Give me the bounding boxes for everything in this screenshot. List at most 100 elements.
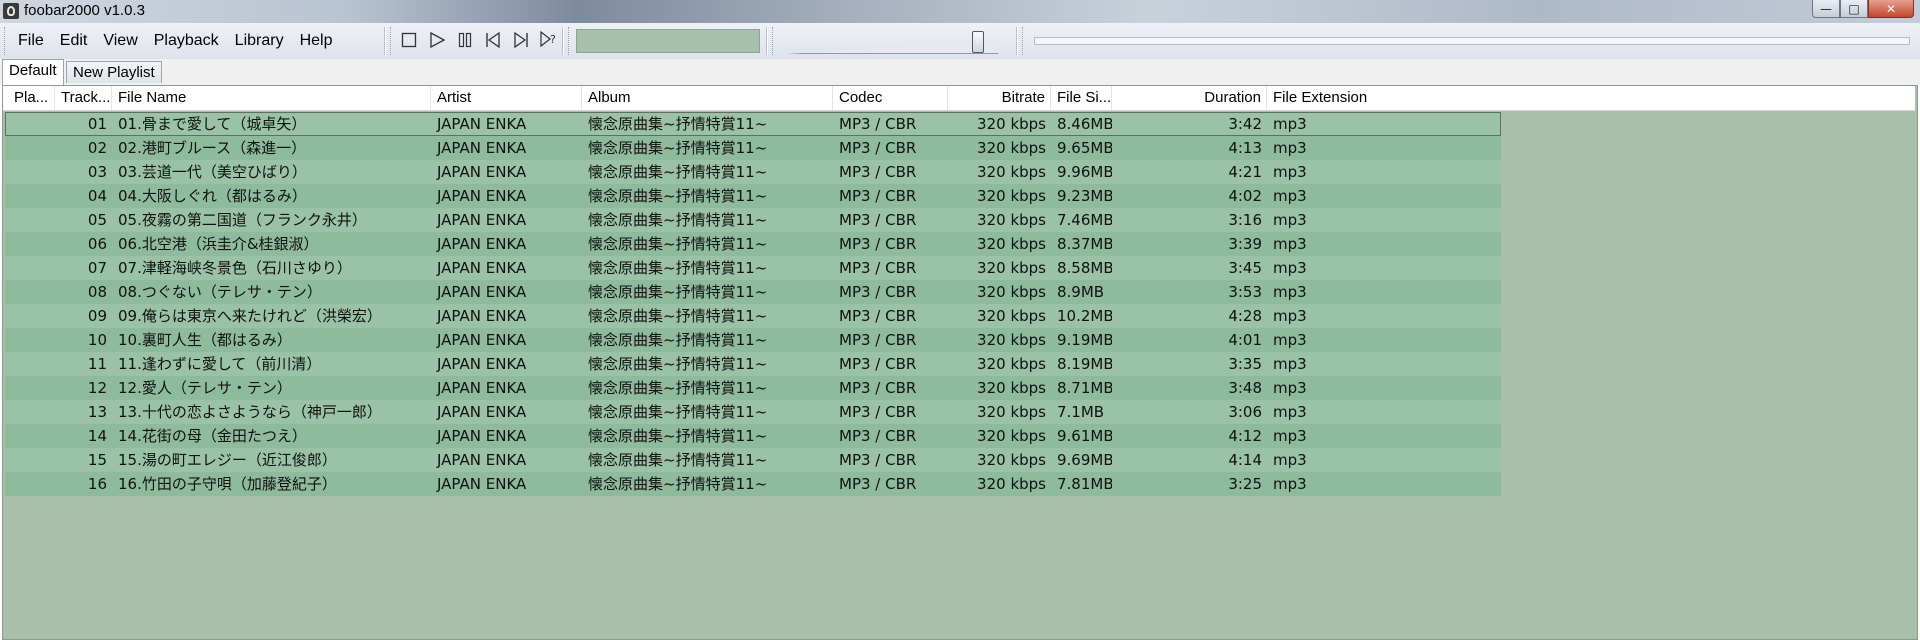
menu-view[interactable]: View xyxy=(95,32,145,50)
column-bitrate[interactable]: Bitrate xyxy=(949,86,1051,110)
bitrate-cell: 320 kbps xyxy=(977,379,1046,397)
file-name-cell: 05.夜霧の第二国道（フランク永井） xyxy=(118,211,367,229)
column-file-name[interactable]: File Name xyxy=(113,86,431,110)
table-row[interactable]: 03 03.芸道一代（美空ひばり） JAPAN ENKA 懐念原曲集~抒情特賞11~ M… xyxy=(5,160,1501,184)
file-size-cell: 8.9MB xyxy=(1057,283,1105,301)
column-artist[interactable]: Artist xyxy=(432,86,582,110)
file-extension-cell: mp3 xyxy=(1273,283,1307,301)
toolbar-separator xyxy=(384,27,386,55)
artist-cell: JAPAN ENKA xyxy=(437,235,527,253)
tab-default[interactable]: Default xyxy=(2,59,64,85)
file-name-cell: 15.湯の町エレジー（近江俊郎） xyxy=(118,451,337,469)
playlist-view[interactable]: Pla... Track... File Name Artist Album C… xyxy=(2,85,1918,640)
bitrate-cell: 320 kbps xyxy=(977,355,1046,373)
next-button[interactable] xyxy=(510,29,532,51)
column-track[interactable]: Track... xyxy=(56,86,112,110)
table-row[interactable]: 01 01.骨まで愛して（城卓矢） JAPAN ENKA 懐念原曲集~抒情特賞11~ M… xyxy=(5,112,1501,136)
track-number-cell: 13 xyxy=(87,403,107,421)
previous-button[interactable] xyxy=(482,29,504,51)
column-file-extension[interactable]: File Extension xyxy=(1268,86,1498,110)
next-icon xyxy=(514,32,528,48)
stop-button[interactable] xyxy=(398,29,420,51)
album-cell: 懐念原曲集~抒情特賞11~ xyxy=(588,355,768,373)
maximize-button[interactable]: □ xyxy=(1840,0,1868,18)
codec-cell: MP3 / CBR xyxy=(839,259,917,277)
file-name-cell: 12.愛人（テレサ・テン） xyxy=(118,379,292,397)
toolbar-grip[interactable] xyxy=(390,27,394,55)
track-number-cell: 06 xyxy=(87,235,107,253)
random-icon: ? xyxy=(540,31,556,48)
toolbar-separator xyxy=(766,27,768,55)
artist-cell: JAPAN ENKA xyxy=(437,379,527,397)
random-button[interactable]: ? xyxy=(538,29,560,51)
artist-cell: JAPAN ENKA xyxy=(437,115,527,133)
table-row[interactable]: 11 11.逢わずに愛して（前川清） JAPAN ENKA 懐念原曲集~抒情特賞11~… xyxy=(5,352,1501,376)
toolbar-grip[interactable] xyxy=(568,27,572,55)
file-extension-cell: mp3 xyxy=(1273,163,1307,181)
table-row[interactable]: 02 02.港町ブルース（森進一） JAPAN ENKA 懐念原曲集~抒情特賞11~ M… xyxy=(5,136,1501,160)
codec-cell: MP3 / CBR xyxy=(839,355,917,373)
bitrate-cell: 320 kbps xyxy=(977,451,1046,469)
file-extension-cell: mp3 xyxy=(1273,355,1307,373)
pause-icon xyxy=(458,32,472,48)
table-row[interactable]: 14 14.花街の母（金田たつえ） JAPAN ENKA 懐念原曲集~抒情特賞11~ M… xyxy=(5,424,1501,448)
artist-cell: JAPAN ENKA xyxy=(437,475,527,493)
table-row[interactable]: 10 10.裏町人生（都はるみ） JAPAN ENKA 懐念原曲集~抒情特賞11~ MP… xyxy=(5,328,1501,352)
track-number-cell: 04 xyxy=(87,187,107,205)
table-row[interactable]: 15 15.湯の町エレジー（近江俊郎） JAPAN ENKA 懐念原曲集~抒情特賞11… xyxy=(5,448,1501,472)
window-title: foobar2000 v1.0.3 xyxy=(24,2,145,19)
column-playing[interactable]: Pla... xyxy=(9,86,55,110)
column-duration[interactable]: Duration xyxy=(1113,86,1267,110)
table-row[interactable]: 16 16.竹田の子守唄（加藤登紀子） JAPAN ENKA 懐念原曲集~抒情特賞11… xyxy=(5,472,1501,496)
file-name-cell: 14.花街の母（金田たつえ） xyxy=(118,427,307,445)
volume-slider-track[interactable] xyxy=(786,41,998,54)
duration-cell: 4:02 xyxy=(1228,187,1262,205)
toolbar-grip[interactable] xyxy=(1022,27,1026,55)
file-size-cell: 7.46MB xyxy=(1057,211,1112,229)
menu-library[interactable]: Library xyxy=(227,32,292,50)
menu-playback[interactable]: Playback xyxy=(146,32,227,50)
minimize-button[interactable]: — xyxy=(1812,0,1840,18)
file-name-cell: 11.逢わずに愛して（前川清） xyxy=(118,355,322,373)
artist-cell: JAPAN ENKA xyxy=(437,283,527,301)
duration-cell: 3:42 xyxy=(1228,115,1262,133)
seek-bar[interactable] xyxy=(1034,37,1910,45)
artist-cell: JAPAN ENKA xyxy=(437,163,527,181)
table-row[interactable]: 13 13.十代の恋よさようなら（神戸一郎） JAPAN ENKA 懐念原曲集~抒情特… xyxy=(5,400,1501,424)
bitrate-cell: 320 kbps xyxy=(977,259,1046,277)
bitrate-cell: 320 kbps xyxy=(977,163,1046,181)
table-row[interactable]: 08 08.つぐない（テレサ・テン） JAPAN ENKA 懐念原曲集~抒情特賞11~… xyxy=(5,280,1501,304)
pause-button[interactable] xyxy=(454,29,476,51)
tab-new-playlist[interactable]: New Playlist xyxy=(66,61,162,83)
codec-cell: MP3 / CBR xyxy=(839,115,917,133)
table-row[interactable]: 05 05.夜霧の第二国道（フランク永井） JAPAN ENKA 懐念原曲集~抒情特賞… xyxy=(5,208,1501,232)
menu-edit[interactable]: Edit xyxy=(52,32,96,50)
duration-cell: 4:14 xyxy=(1228,451,1262,469)
column-codec[interactable]: Codec xyxy=(834,86,948,110)
artist-cell: JAPAN ENKA xyxy=(437,259,527,277)
track-number-cell: 10 xyxy=(87,331,107,349)
artist-cell: JAPAN ENKA xyxy=(437,139,527,157)
artist-cell: JAPAN ENKA xyxy=(437,427,527,445)
file-size-cell: 9.96MB xyxy=(1057,163,1112,181)
foobar-app-icon[interactable] xyxy=(3,3,19,19)
table-row[interactable]: 06 06.北空港（浜圭介&桂銀淑） JAPAN ENKA 懐念原曲集~抒情特賞11~… xyxy=(5,232,1501,256)
visualization-panel[interactable] xyxy=(576,29,760,53)
play-button[interactable] xyxy=(426,29,448,51)
menu-file[interactable]: File xyxy=(10,32,52,50)
close-button[interactable]: ✕ xyxy=(1868,0,1914,18)
toolbar-grip[interactable] xyxy=(4,27,8,55)
table-row[interactable]: 07 07.津軽海峡冬景色（石川さゆり） JAPAN ENKA 懐念原曲集~抒情特賞1… xyxy=(5,256,1501,280)
table-row[interactable]: 09 09.俺らは東京へ来たけれど（洪榮宏） JAPAN ENKA 懐念原曲集~抒情特… xyxy=(5,304,1501,328)
menu-help[interactable]: Help xyxy=(292,32,341,50)
toolbar-grip[interactable] xyxy=(772,27,776,55)
table-row[interactable]: 12 12.愛人（テレサ・テン） JAPAN ENKA 懐念原曲集~抒情特賞11~ MP… xyxy=(5,376,1501,400)
file-name-cell: 07.津軽海峡冬景色（石川さゆり） xyxy=(118,259,352,277)
column-file-size[interactable]: File Si... xyxy=(1052,86,1112,110)
table-row[interactable]: 04 04.大阪しぐれ（都はるみ） JAPAN ENKA 懐念原曲集~抒情特賞11~ M… xyxy=(5,184,1501,208)
file-size-cell: 9.61MB xyxy=(1057,427,1112,445)
track-number-cell: 11 xyxy=(87,355,107,373)
duration-cell: 3:39 xyxy=(1228,235,1262,253)
volume-slider-handle[interactable] xyxy=(972,31,984,53)
column-album[interactable]: Album xyxy=(583,86,833,110)
